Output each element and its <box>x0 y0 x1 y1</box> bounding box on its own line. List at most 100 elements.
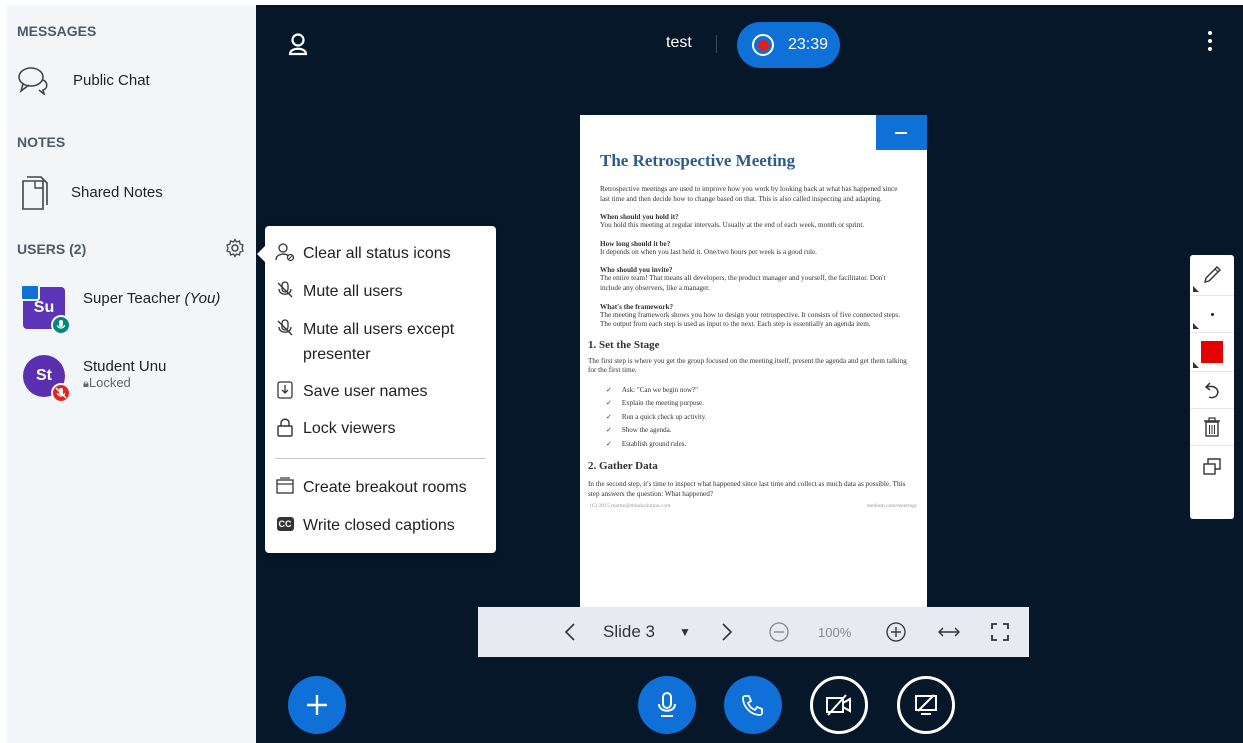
phone-icon <box>742 695 763 716</box>
zoom-value: 100% <box>818 624 852 640</box>
slide-checklist: Ask: "Can we begin now?" Explain the mee… <box>606 384 927 451</box>
slide-title: The Retrospective Meeting <box>600 151 796 170</box>
fit-to-width-button[interactable] <box>937 607 961 657</box>
user-list-toggle-icon[interactable] <box>288 32 308 56</box>
lock-icon <box>275 417 295 437</box>
camera-off-icon <box>826 694 851 716</box>
mic-status-icon <box>51 315 71 335</box>
user-status: Locked <box>88 375 131 390</box>
recording-timer: 23:39 <box>788 36 829 53</box>
zoom-in-button[interactable] <box>885 607 907 657</box>
presenter-icon <box>20 284 40 301</box>
mic-muted-icon <box>51 383 71 403</box>
previous-slide-button[interactable] <box>564 607 576 657</box>
zoom-out-icon <box>769 622 789 642</box>
slide-heading: 1. Set the Stage <box>588 338 660 351</box>
multi-user-whiteboard-button[interactable] <box>1190 446 1234 486</box>
color-swatch-icon <box>1201 341 1223 363</box>
menu-item-clear-status[interactable]: Clear all status icons <box>275 241 490 266</box>
record-icon <box>752 34 774 56</box>
presentation-slide: The Retrospective Meeting Retrospective … <box>580 115 927 607</box>
undo-icon <box>1204 382 1219 399</box>
avatar: St <box>23 355 71 403</box>
list-item: Explain the meeting purpose. <box>606 397 927 410</box>
title-divider <box>716 35 717 53</box>
menu-item-label: Mute all users except presenter <box>303 321 455 363</box>
slide-intro: Retrospective meetings are used to impro… <box>600 185 898 203</box>
gear-icon[interactable] <box>225 238 245 258</box>
clear-all-button[interactable] <box>1190 409 1234 446</box>
user-name: Super Teacher <box>83 290 181 307</box>
fullscreen-icon <box>991 623 1009 641</box>
options-menu-icon[interactable] <box>1208 31 1212 55</box>
slide-footer-left: (C) 2015 martin@mindsolution.com <box>590 503 671 510</box>
slide-select[interactable]: Slide 3 ▼ <box>603 607 691 657</box>
notes-icon <box>22 176 48 210</box>
thickness-tool-button[interactable] <box>1190 296 1234 333</box>
recording-button[interactable]: 23:39 <box>737 22 840 68</box>
zoom-in-icon <box>886 622 906 642</box>
shared-notes-item[interactable]: Shared Notes <box>17 173 163 211</box>
menu-item-mute-except-presenter[interactable]: Mute all users except presenter <box>275 317 490 367</box>
microphone-icon <box>658 692 676 717</box>
pencil-tool-button[interactable] <box>1190 255 1234 296</box>
camera-off-button[interactable] <box>810 676 868 734</box>
mic-off-icon <box>275 318 295 338</box>
menu-item-mute-all[interactable]: Mute all users <box>275 279 490 304</box>
menu-item-closed-captions[interactable]: CC Write closed captions <box>275 513 490 538</box>
minimize-presentation-button[interactable] <box>876 115 927 150</box>
download-icon <box>275 380 295 400</box>
user-row-student-unu[interactable]: St Student Unu 🔒︎Locked <box>23 355 166 403</box>
user-row-super-teacher[interactable]: Su Super Teacher (You) <box>20 284 221 335</box>
slide-paragraph: The first step is where you get the grou… <box>588 356 907 375</box>
menu-item-create-breakout-rooms[interactable]: Create breakout rooms <box>275 475 490 500</box>
undo-button[interactable] <box>1190 372 1234 409</box>
breakout-rooms-icon <box>275 476 295 496</box>
color-tool-button[interactable] <box>1190 333 1234 372</box>
slide-question: What's the framework? <box>600 302 674 311</box>
fullscreen-button[interactable] <box>990 607 1010 657</box>
fit-width-icon <box>938 627 960 637</box>
menu-item-label: Create breakout rooms <box>303 479 467 496</box>
menu-item-save-user-names[interactable]: Save user names <box>275 379 490 404</box>
slide-paragraph: In the second step, it's time to inspect… <box>588 479 906 498</box>
menu-item-label: Write closed captions <box>303 517 455 534</box>
minus-icon <box>895 132 907 134</box>
trash-icon <box>1204 417 1220 437</box>
slide-answer: It depends on when you last held it. One… <box>600 247 817 256</box>
slide-heading: 2. Gather Data <box>588 459 658 472</box>
next-slide-button[interactable] <box>721 607 733 657</box>
caret-down-icon: ▼ <box>678 625 691 639</box>
chevron-right-icon <box>722 623 733 641</box>
slide-question: Who should you invite? <box>600 266 673 275</box>
menu-item-label: Mute all users <box>303 283 403 300</box>
avatar: Su <box>20 284 71 335</box>
chevron-left-icon <box>564 623 575 641</box>
list-item: Run a quick check up activity. <box>606 411 927 424</box>
public-chat-item[interactable]: Public Chat <box>17 65 150 95</box>
slide-answer: You hold this meeting at regular interva… <box>600 221 865 230</box>
you-label: (You) <box>184 290 221 307</box>
slide-answer: The entire team! That means all develope… <box>600 274 886 292</box>
sidebar: MESSAGES Public Chat NOTES Shared Notes … <box>7 5 256 743</box>
screen-share-off-button[interactable] <box>897 676 955 734</box>
multi-user-icon <box>1203 458 1221 475</box>
clear-status-icon <box>275 242 295 262</box>
menu-item-lock-viewers[interactable]: Lock viewers <box>275 416 490 441</box>
list-item: Ask: "Can we begin now?" <box>606 384 927 397</box>
menu-item-label: Lock viewers <box>303 420 396 437</box>
actions-plus-button[interactable] <box>288 676 346 734</box>
avatar-initials: Su <box>33 299 55 316</box>
menu-item-label: Save user names <box>303 383 428 400</box>
microphone-button[interactable] <box>638 676 696 734</box>
messages-section-title: MESSAGES <box>17 23 97 39</box>
slide-navigation-bar: Slide 3 ▼ 100% <box>478 607 1029 657</box>
slide-footer-right: medium.com/meetings <box>866 503 917 510</box>
slide-answer: The meeting framework shows you how to d… <box>600 310 901 329</box>
phone-button[interactable] <box>724 676 782 734</box>
avatar-initials: St <box>36 367 52 384</box>
plus-icon <box>307 695 327 715</box>
user-settings-menu: Clear all status icons Mute all users Mu… <box>257 226 496 553</box>
zoom-out-button[interactable] <box>768 607 790 657</box>
closed-captions-icon: CC <box>276 517 294 531</box>
